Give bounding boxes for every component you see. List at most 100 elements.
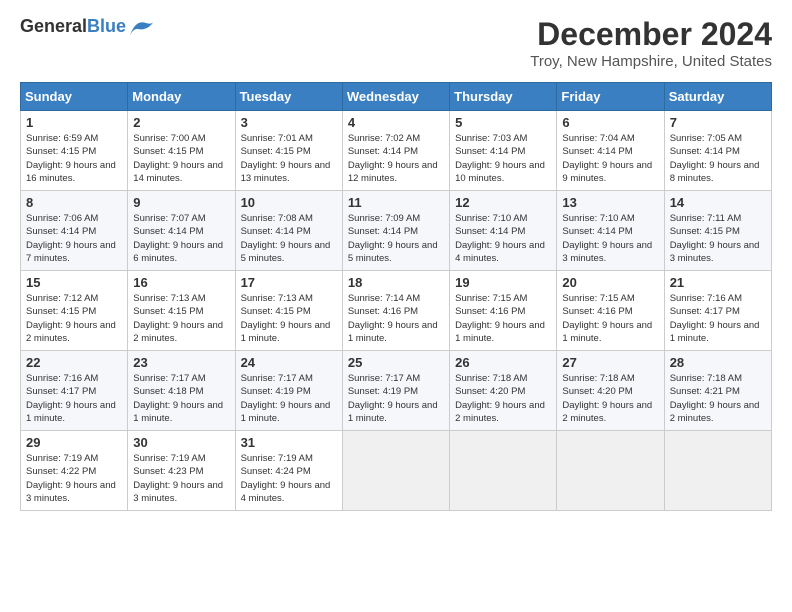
cell-info: Sunrise: 7:18 AM Sunset: 4:20 PM Dayligh… — [455, 372, 551, 425]
cell-info: Sunrise: 7:19 AM Sunset: 4:24 PM Dayligh… — [241, 452, 337, 505]
table-cell: 17 Sunrise: 7:13 AM Sunset: 4:15 PM Dayli… — [235, 271, 342, 351]
col-saturday: Saturday — [664, 83, 771, 111]
table-row: 29Sunrise: 7:19 AM Sunset: 4:22 PM Dayli… — [21, 431, 772, 511]
cell-info: Sunrise: 7:17 AM Sunset: 4:19 PM Dayligh… — [348, 372, 444, 425]
cell-info: Sunrise: 7:17 AM Sunset: 4:18 PM Dayligh… — [133, 372, 229, 425]
table-cell: 9 Sunrise: 7:07 AM Sunset: 4:14 PM Daylig… — [128, 191, 235, 271]
cell-info: Sunrise: 7:18 AM Sunset: 4:20 PM Dayligh… — [562, 372, 658, 425]
table-cell: 28 Sunrise: 7:18 AM Sunset: 4:21 PM Dayli… — [664, 351, 771, 431]
day-number: 13 — [562, 195, 658, 210]
cell-info: Sunrise: 7:16 AM Sunset: 4:17 PM Dayligh… — [670, 292, 766, 345]
cell-info: Sunrise: 7:08 AM Sunset: 4:14 PM Dayligh… — [241, 212, 337, 265]
cell-info: Sunrise: 7:10 AM Sunset: 4:14 PM Dayligh… — [562, 212, 658, 265]
day-number: 11 — [348, 195, 444, 210]
day-number: 17 — [241, 275, 337, 290]
table-cell: 2 Sunrise: 7:00 AM Sunset: 4:15 PM Daylig… — [128, 111, 235, 191]
table-cell: 4 Sunrise: 7:02 AM Sunset: 4:14 PM Daylig… — [342, 111, 449, 191]
table-cell: 21Sunrise: 7:16 AM Sunset: 4:17 PM Dayli… — [664, 271, 771, 351]
day-number: 5 — [455, 115, 551, 130]
table-cell: 20 Sunrise: 7:15 AM Sunset: 4:16 PM Dayli… — [557, 271, 664, 351]
day-number: 4 — [348, 115, 444, 130]
logo: GeneralBlue — [20, 16, 156, 37]
day-number: 8 — [26, 195, 122, 210]
col-monday: Monday — [128, 83, 235, 111]
day-number: 28 — [670, 355, 766, 370]
logo-bird-icon — [128, 17, 156, 37]
cell-info: Sunrise: 7:02 AM Sunset: 4:14 PM Dayligh… — [348, 132, 444, 185]
location: Troy, New Hampshire, United States — [530, 53, 772, 70]
table-cell: 6Sunrise: 7:04 AM Sunset: 4:14 PM Daylig… — [557, 111, 664, 191]
table-cell: 31Sunrise: 7:19 AM Sunset: 4:24 PM Dayli… — [235, 431, 342, 511]
table-cell: 5 Sunrise: 7:03 AM Sunset: 4:14 PM Daylig… — [450, 111, 557, 191]
cell-info: Sunrise: 7:14 AM Sunset: 4:16 PM Dayligh… — [348, 292, 444, 345]
table-row: 15 Sunrise: 7:12 AM Sunset: 4:15 PM Dayli… — [21, 271, 772, 351]
table-row: 22Sunrise: 7:16 AM Sunset: 4:17 PM Dayli… — [21, 351, 772, 431]
month-title: December 2024 — [530, 16, 772, 53]
day-number: 23 — [133, 355, 229, 370]
table-cell: 16 Sunrise: 7:13 AM Sunset: 4:15 PM Dayli… — [128, 271, 235, 351]
day-number: 26 — [455, 355, 551, 370]
cell-info: Sunrise: 7:13 AM Sunset: 4:15 PM Dayligh… — [241, 292, 337, 345]
cell-info: Sunrise: 7:13 AM Sunset: 4:15 PM Dayligh… — [133, 292, 229, 345]
table-cell — [557, 431, 664, 511]
table-cell: 1Sunrise: 6:59 AM Sunset: 4:15 PM Daylig… — [21, 111, 128, 191]
cell-info: Sunrise: 7:18 AM Sunset: 4:21 PM Dayligh… — [670, 372, 766, 425]
col-sunday: Sunday — [21, 83, 128, 111]
day-number: 16 — [133, 275, 229, 290]
cell-info: Sunrise: 7:17 AM Sunset: 4:19 PM Dayligh… — [241, 372, 337, 425]
calendar-table: Sunday Monday Tuesday Wednesday Thursday… — [20, 82, 772, 511]
table-cell: 14 Sunrise: 7:11 AM Sunset: 4:15 PM Dayli… — [664, 191, 771, 271]
page: GeneralBlue December 2024 Troy, New Hamp… — [0, 0, 792, 521]
day-number: 3 — [241, 115, 337, 130]
table-cell: 18 Sunrise: 7:14 AM Sunset: 4:16 PM Dayli… — [342, 271, 449, 351]
table-row: 8 Sunrise: 7:06 AM Sunset: 4:14 PM Daylig… — [21, 191, 772, 271]
table-cell: 12 Sunrise: 7:10 AM Sunset: 4:14 PM Dayli… — [450, 191, 557, 271]
table-cell: 7 Sunrise: 7:05 AM Sunset: 4:14 PM Daylig… — [664, 111, 771, 191]
table-cell: 15 Sunrise: 7:12 AM Sunset: 4:15 PM Dayli… — [21, 271, 128, 351]
day-number: 14 — [670, 195, 766, 210]
col-friday: Friday — [557, 83, 664, 111]
cell-info: Sunrise: 7:15 AM Sunset: 4:16 PM Dayligh… — [562, 292, 658, 345]
day-number: 1 — [26, 115, 122, 130]
cell-info: Sunrise: 7:16 AM Sunset: 4:17 PM Dayligh… — [26, 372, 122, 425]
day-number: 24 — [241, 355, 337, 370]
cell-info: Sunrise: 7:06 AM Sunset: 4:14 PM Dayligh… — [26, 212, 122, 265]
cell-info: Sunrise: 7:11 AM Sunset: 4:15 PM Dayligh… — [670, 212, 766, 265]
day-number: 12 — [455, 195, 551, 210]
day-number: 20 — [562, 275, 658, 290]
day-number: 15 — [26, 275, 122, 290]
cell-info: Sunrise: 7:19 AM Sunset: 4:23 PM Dayligh… — [133, 452, 229, 505]
table-cell: 23 Sunrise: 7:17 AM Sunset: 4:18 PM Dayli… — [128, 351, 235, 431]
header-row: Sunday Monday Tuesday Wednesday Thursday… — [21, 83, 772, 111]
cell-info: Sunrise: 7:05 AM Sunset: 4:14 PM Dayligh… — [670, 132, 766, 185]
cell-info: Sunrise: 7:12 AM Sunset: 4:15 PM Dayligh… — [26, 292, 122, 345]
table-cell: 11Sunrise: 7:09 AM Sunset: 4:14 PM Dayli… — [342, 191, 449, 271]
table-cell: 30Sunrise: 7:19 AM Sunset: 4:23 PM Dayli… — [128, 431, 235, 511]
cell-info: Sunrise: 7:01 AM Sunset: 4:15 PM Dayligh… — [241, 132, 337, 185]
table-cell — [342, 431, 449, 511]
table-cell: 27Sunrise: 7:18 AM Sunset: 4:20 PM Dayli… — [557, 351, 664, 431]
cell-info: Sunrise: 7:03 AM Sunset: 4:14 PM Dayligh… — [455, 132, 551, 185]
cell-info: Sunrise: 7:00 AM Sunset: 4:15 PM Dayligh… — [133, 132, 229, 185]
col-wednesday: Wednesday — [342, 83, 449, 111]
col-thursday: Thursday — [450, 83, 557, 111]
table-cell: 10 Sunrise: 7:08 AM Sunset: 4:14 PM Dayli… — [235, 191, 342, 271]
day-number: 29 — [26, 435, 122, 450]
calendar-body: 1Sunrise: 6:59 AM Sunset: 4:15 PM Daylig… — [21, 111, 772, 511]
table-cell — [664, 431, 771, 511]
logo-general: GeneralBlue — [20, 16, 126, 37]
cell-info: Sunrise: 7:07 AM Sunset: 4:14 PM Dayligh… — [133, 212, 229, 265]
day-number: 9 — [133, 195, 229, 210]
table-cell — [450, 431, 557, 511]
cell-info: Sunrise: 7:15 AM Sunset: 4:16 PM Dayligh… — [455, 292, 551, 345]
table-cell: 24 Sunrise: 7:17 AM Sunset: 4:19 PM Dayli… — [235, 351, 342, 431]
day-number: 2 — [133, 115, 229, 130]
title-block: December 2024 Troy, New Hampshire, Unite… — [530, 16, 772, 70]
table-cell: 13 Sunrise: 7:10 AM Sunset: 4:14 PM Dayli… — [557, 191, 664, 271]
day-number: 18 — [348, 275, 444, 290]
day-number: 10 — [241, 195, 337, 210]
table-row: 1Sunrise: 6:59 AM Sunset: 4:15 PM Daylig… — [21, 111, 772, 191]
cell-info: Sunrise: 7:10 AM Sunset: 4:14 PM Dayligh… — [455, 212, 551, 265]
day-number: 7 — [670, 115, 766, 130]
table-cell: 25Sunrise: 7:17 AM Sunset: 4:19 PM Dayli… — [342, 351, 449, 431]
